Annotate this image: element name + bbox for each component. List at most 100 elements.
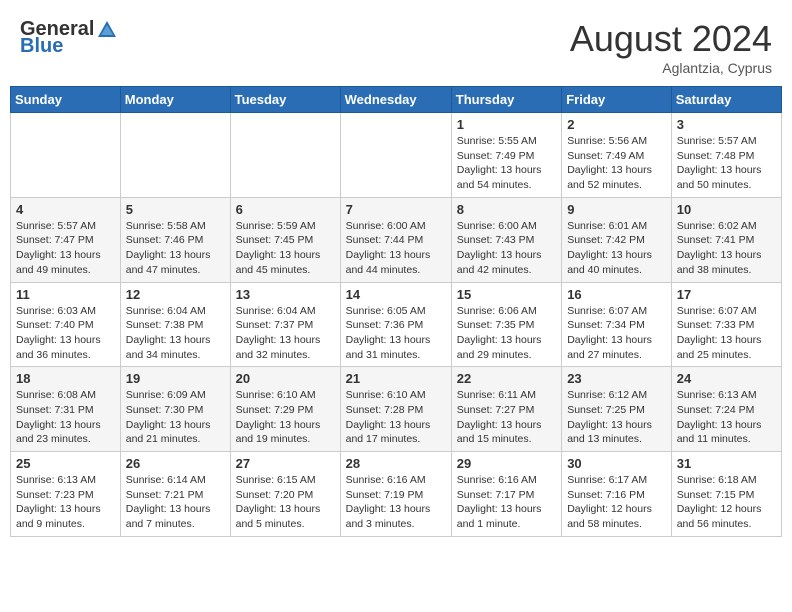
calendar-cell: 6Sunrise: 5:59 AM Sunset: 7:45 PM Daylig… <box>230 197 340 282</box>
day-info: Sunrise: 6:10 AM Sunset: 7:29 PM Dayligh… <box>236 388 335 447</box>
day-info: Sunrise: 5:55 AM Sunset: 7:49 PM Dayligh… <box>457 134 556 193</box>
day-info: Sunrise: 6:15 AM Sunset: 7:20 PM Dayligh… <box>236 473 335 532</box>
day-number: 18 <box>16 371 115 386</box>
day-info: Sunrise: 5:57 AM Sunset: 7:47 PM Dayligh… <box>16 219 115 278</box>
calendar-cell: 5 Sunrise: 5:58 AM Sunset: 7:46 PM Daylig… <box>120 197 230 282</box>
day-info: Sunrise: 6:04 AM Sunset: 7:37 PM Dayligh… <box>236 304 335 363</box>
calendar-cell: 22Sunrise: 6:11 AM Sunset: 7:27 PM Dayli… <box>451 367 561 452</box>
calendar-cell: 24 Sunrise: 6:13 AM Sunset: 7:24 PM Dayli… <box>671 367 781 452</box>
day-info: Sunrise: 6:13 AM Sunset: 7:23 PM Dayligh… <box>16 473 115 532</box>
day-number: 16 <box>567 287 666 302</box>
day-number: 26 <box>126 456 225 471</box>
weekday-header-saturday: Saturday <box>671 87 781 113</box>
day-info: Sunrise: 6:13 AM Sunset: 7:24 PM Dayligh… <box>677 388 776 447</box>
day-info: Sunrise: 6:16 AM Sunset: 7:17 PM Dayligh… <box>457 473 556 532</box>
calendar-cell: 12 Sunrise: 6:04 AM Sunset: 7:38 PM Dayli… <box>120 282 230 367</box>
weekday-header-row: SundayMondayTuesdayWednesdayThursdayFrid… <box>11 87 782 113</box>
day-info: Sunrise: 6:14 AM Sunset: 7:21 PM Dayligh… <box>126 473 225 532</box>
calendar-cell: 17Sunrise: 6:07 AM Sunset: 7:33 PM Dayli… <box>671 282 781 367</box>
day-number: 11 <box>16 287 115 302</box>
day-number: 31 <box>677 456 776 471</box>
calendar-cell: 3 Sunrise: 5:57 AM Sunset: 7:48 PM Daylig… <box>671 113 781 198</box>
day-number: 5 <box>126 202 225 217</box>
day-info: Sunrise: 6:07 AM Sunset: 7:34 PM Dayligh… <box>567 304 666 363</box>
calendar-cell: 30 Sunrise: 6:17 AM Sunset: 7:16 PM Dayli… <box>562 452 672 537</box>
day-info: Sunrise: 5:56 AM Sunset: 7:49 AM Dayligh… <box>567 134 666 193</box>
calendar-cell: 25 Sunrise: 6:13 AM Sunset: 7:23 PM Dayli… <box>11 452 121 537</box>
day-info: Sunrise: 6:11 AM Sunset: 7:27 PM Dayligh… <box>457 388 556 447</box>
day-info: Sunrise: 6:06 AM Sunset: 7:35 PM Dayligh… <box>457 304 556 363</box>
day-info: Sunrise: 6:09 AM Sunset: 7:30 PM Dayligh… <box>126 388 225 447</box>
day-number: 1 <box>457 117 556 132</box>
weekday-header-friday: Friday <box>562 87 672 113</box>
day-number: 25 <box>16 456 115 471</box>
calendar-cell: 23 Sunrise: 6:12 AM Sunset: 7:25 PM Dayli… <box>562 367 672 452</box>
calendar-cell: 14Sunrise: 6:05 AM Sunset: 7:36 PM Dayli… <box>340 282 451 367</box>
calendar-cell <box>340 113 451 198</box>
calendar-cell: 7 Sunrise: 6:00 AM Sunset: 7:44 PM Daylig… <box>340 197 451 282</box>
calendar-cell: 1 Sunrise: 5:55 AM Sunset: 7:49 PM Daylig… <box>451 113 561 198</box>
logo-blue-text: Blue <box>20 35 63 58</box>
day-number: 24 <box>677 371 776 386</box>
day-number: 15 <box>457 287 556 302</box>
calendar-week-1: 1 Sunrise: 5:55 AM Sunset: 7:49 PM Daylig… <box>11 113 782 198</box>
calendar-week-5: 25 Sunrise: 6:13 AM Sunset: 7:23 PM Dayli… <box>11 452 782 537</box>
day-number: 9 <box>567 202 666 217</box>
day-number: 12 <box>126 287 225 302</box>
day-number: 30 <box>567 456 666 471</box>
day-number: 19 <box>126 371 225 386</box>
day-info: Sunrise: 6:08 AM Sunset: 7:31 PM Dayligh… <box>16 388 115 447</box>
day-number: 21 <box>346 371 446 386</box>
calendar-cell: 2 Sunrise: 5:56 AM Sunset: 7:49 AM Daylig… <box>562 113 672 198</box>
weekday-header-tuesday: Tuesday <box>230 87 340 113</box>
day-info: Sunrise: 6:12 AM Sunset: 7:25 PM Dayligh… <box>567 388 666 447</box>
day-info: Sunrise: 6:04 AM Sunset: 7:38 PM Dayligh… <box>126 304 225 363</box>
calendar-cell: 8 Sunrise: 6:00 AM Sunset: 7:43 PM Daylig… <box>451 197 561 282</box>
calendar-cell: 11 Sunrise: 6:03 AM Sunset: 7:40 PM Dayli… <box>11 282 121 367</box>
title-block: August 2024 Aglantzia, Cyprus <box>570 18 772 76</box>
day-info: Sunrise: 6:02 AM Sunset: 7:41 PM Dayligh… <box>677 219 776 278</box>
calendar-cell: 9 Sunrise: 6:01 AM Sunset: 7:42 PM Daylig… <box>562 197 672 282</box>
calendar-cell <box>11 113 121 198</box>
day-info: Sunrise: 6:18 AM Sunset: 7:15 PM Dayligh… <box>677 473 776 532</box>
calendar-cell <box>230 113 340 198</box>
calendar-cell: 27Sunrise: 6:15 AM Sunset: 7:20 PM Dayli… <box>230 452 340 537</box>
month-title: August 2024 <box>570 18 772 60</box>
day-info: Sunrise: 6:00 AM Sunset: 7:44 PM Dayligh… <box>346 219 446 278</box>
day-number: 2 <box>567 117 666 132</box>
day-info: Sunrise: 6:03 AM Sunset: 7:40 PM Dayligh… <box>16 304 115 363</box>
day-number: 8 <box>457 202 556 217</box>
day-info: Sunrise: 6:16 AM Sunset: 7:19 PM Dayligh… <box>346 473 446 532</box>
day-number: 10 <box>677 202 776 217</box>
calendar-table: SundayMondayTuesdayWednesdayThursdayFrid… <box>10 86 782 537</box>
day-info: Sunrise: 6:17 AM Sunset: 7:16 PM Dayligh… <box>567 473 666 532</box>
calendar-cell: 13Sunrise: 6:04 AM Sunset: 7:37 PM Dayli… <box>230 282 340 367</box>
day-number: 4 <box>16 202 115 217</box>
day-info: Sunrise: 6:01 AM Sunset: 7:42 PM Dayligh… <box>567 219 666 278</box>
calendar-cell <box>120 113 230 198</box>
weekday-header-sunday: Sunday <box>11 87 121 113</box>
day-number: 17 <box>677 287 776 302</box>
calendar-cell: 31 Sunrise: 6:18 AM Sunset: 7:15 PM Dayli… <box>671 452 781 537</box>
calendar-cell: 26 Sunrise: 6:14 AM Sunset: 7:21 PM Dayli… <box>120 452 230 537</box>
day-info: Sunrise: 5:58 AM Sunset: 7:46 PM Dayligh… <box>126 219 225 278</box>
day-number: 3 <box>677 117 776 132</box>
calendar-cell: 10 Sunrise: 6:02 AM Sunset: 7:41 PM Dayli… <box>671 197 781 282</box>
calendar-cell: 21Sunrise: 6:10 AM Sunset: 7:28 PM Dayli… <box>340 367 451 452</box>
calendar-cell: 16 Sunrise: 6:07 AM Sunset: 7:34 PM Dayli… <box>562 282 672 367</box>
calendar-week-2: 4 Sunrise: 5:57 AM Sunset: 7:47 PM Daylig… <box>11 197 782 282</box>
day-info: Sunrise: 5:57 AM Sunset: 7:48 PM Dayligh… <box>677 134 776 193</box>
day-info: Sunrise: 6:00 AM Sunset: 7:43 PM Dayligh… <box>457 219 556 278</box>
day-number: 20 <box>236 371 335 386</box>
calendar-cell: 29Sunrise: 6:16 AM Sunset: 7:17 PM Dayli… <box>451 452 561 537</box>
weekday-header-monday: Monday <box>120 87 230 113</box>
day-info: Sunrise: 5:59 AM Sunset: 7:45 PM Dayligh… <box>236 219 335 278</box>
calendar-week-3: 11 Sunrise: 6:03 AM Sunset: 7:40 PM Dayli… <box>11 282 782 367</box>
day-number: 7 <box>346 202 446 217</box>
day-number: 14 <box>346 287 446 302</box>
calendar-cell: 19 Sunrise: 6:09 AM Sunset: 7:30 PM Dayli… <box>120 367 230 452</box>
logo-icon <box>96 19 118 41</box>
page-header: General Blue August 2024 Aglantzia, Cypr… <box>10 10 782 80</box>
day-number: 23 <box>567 371 666 386</box>
calendar-cell: 28Sunrise: 6:16 AM Sunset: 7:19 PM Dayli… <box>340 452 451 537</box>
